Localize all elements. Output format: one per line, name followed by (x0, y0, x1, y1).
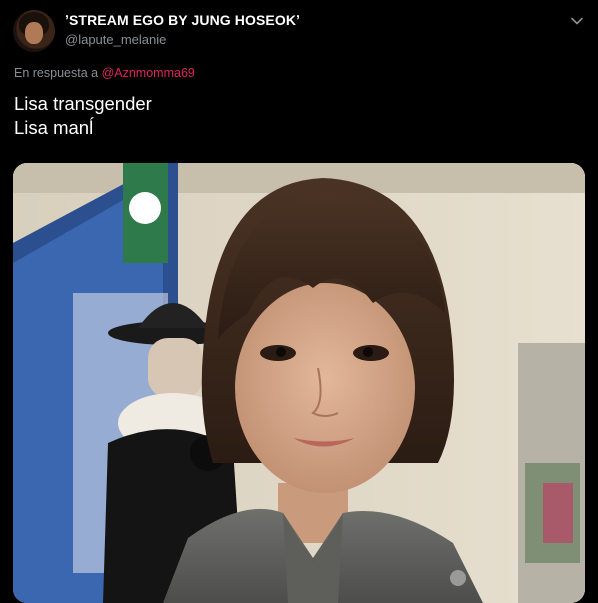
tweet-text-line: Lisa transgender (14, 93, 152, 114)
tweet-text-line: Lisa manĺ (14, 117, 94, 138)
avatar[interactable] (13, 10, 55, 52)
tweet-media[interactable] (13, 163, 585, 603)
chevron-down-icon[interactable] (570, 14, 584, 28)
reply-mention-link[interactable]: @Aznmomma69 (102, 66, 195, 80)
user-handle[interactable]: @lapute_melanie (65, 32, 166, 47)
tweet-text: Lisa transgender Lisa manĺ (14, 92, 152, 140)
media-photo (13, 163, 585, 603)
display-name[interactable]: ʼSTREAM EGO BY JUNG HOSEOKʼ (65, 12, 300, 28)
reply-context: En respuesta a @Aznmomma69 (14, 66, 195, 80)
reply-prefix: En respuesta a (14, 66, 99, 80)
tweet: ʼSTREAM EGO BY JUNG HOSEOKʼ @lapute_mela… (0, 0, 598, 603)
avatar-face (25, 22, 43, 44)
